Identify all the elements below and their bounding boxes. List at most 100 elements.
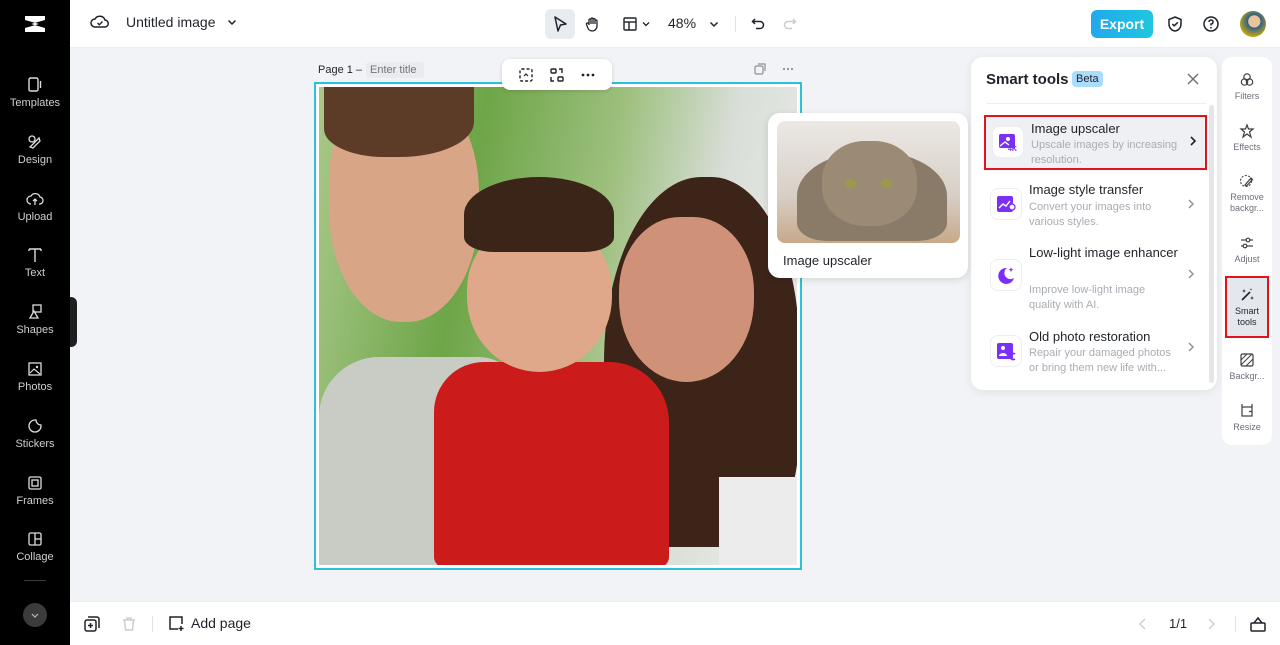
logo-icon: [25, 16, 45, 32]
adjust-icon: [1241, 237, 1253, 249]
tool-item-image-upscaler[interactable]: 4K Image upscaler Upscale images by incr…: [984, 115, 1207, 170]
right-tool-filters[interactable]: Filters: [1225, 62, 1269, 112]
collage-icon: [28, 531, 42, 546]
photo-boy-hair: [464, 177, 614, 252]
sidebar-item-stickers[interactable]: Stickers: [0, 407, 70, 459]
delete-page-icon[interactable]: [120, 615, 138, 633]
sidebar-item-upload[interactable]: Upload: [0, 180, 70, 232]
page-label: Page 1 –: [318, 62, 425, 78]
sidebar-collapse-handle[interactable]: [70, 297, 77, 347]
sidebar-item-shapes[interactable]: Shapes: [0, 293, 70, 345]
redo-button[interactable]: [775, 9, 805, 39]
photo-man-hair: [324, 87, 474, 157]
right-tool-effects[interactable]: Effects: [1225, 113, 1269, 163]
remove-background-icon: [1239, 174, 1254, 187]
right-tool-remove-background[interactable]: Remove backgr...: [1225, 164, 1269, 222]
sidebar-label: Photos: [17, 380, 53, 393]
photos-icon: [28, 361, 42, 376]
add-page-icon: [169, 616, 184, 631]
chevron-down-icon: [709, 21, 719, 28]
sidebar-item-text[interactable]: Text: [0, 236, 70, 288]
sidebar-item-photos[interactable]: Photos: [0, 350, 70, 402]
chevron-right-icon: [1188, 199, 1194, 209]
sidebar-label: Templates: [9, 96, 61, 109]
duplicate-page-icon[interactable]: [753, 62, 767, 76]
cat-eye-left: [845, 179, 856, 188]
capcut-logo[interactable]: [0, 0, 70, 48]
upload-icon: [26, 192, 44, 205]
bottom-divider: [1235, 616, 1236, 632]
panel-scrollbar[interactable]: [1209, 105, 1214, 383]
sidebar-label: Stickers: [15, 437, 55, 450]
hand-icon: [585, 17, 598, 32]
chevron-right-icon: [1188, 269, 1194, 279]
help-button[interactable]: [1196, 9, 1226, 39]
page-counter: 1/1: [1169, 616, 1188, 631]
tool-item-image-style-transfer[interactable]: Image style transfer Convert your images…: [984, 180, 1207, 236]
magic-wand-icon: [1241, 287, 1254, 301]
chevron-right-icon: [1190, 136, 1197, 146]
expand-pages-icon[interactable]: [1249, 615, 1267, 633]
right-tool-smart-tools[interactable]: Smart tools: [1225, 276, 1269, 338]
resize-icon: [1241, 404, 1253, 417]
more-icon[interactable]: [579, 66, 597, 84]
panel-divider: [986, 103, 1206, 104]
select-tool-button[interactable]: [545, 9, 575, 39]
canvas-page[interactable]: [314, 82, 802, 570]
close-icon[interactable]: [1185, 71, 1201, 87]
security-button[interactable]: [1160, 9, 1190, 39]
previous-page-icon[interactable]: [1134, 615, 1152, 633]
preview-label: Image upscaler: [783, 253, 872, 268]
filters-icon: [1240, 73, 1254, 86]
right-tool-resize[interactable]: Resize: [1225, 393, 1269, 443]
crop-select-icon[interactable]: [517, 66, 535, 84]
tool-item-old-photo-restoration[interactable]: Old photo restoration Repair your damage…: [984, 325, 1207, 381]
page-more-icon[interactable]: [781, 62, 795, 76]
add-page-label: Add page: [191, 615, 251, 631]
zoom-dropdown-button[interactable]: [701, 9, 727, 39]
upscale-4k-icon: 4K: [999, 134, 1017, 153]
chevron-down-icon[interactable]: [226, 16, 238, 28]
undo-button[interactable]: [743, 9, 773, 39]
user-avatar[interactable]: [1240, 11, 1266, 37]
document-title[interactable]: Untitled image: [126, 14, 216, 30]
sidebar-item-templates[interactable]: Templates: [0, 66, 70, 118]
page-actions: [753, 62, 795, 76]
tool-name: Low-light image enhancer: [1029, 245, 1178, 260]
floating-toolbar: [502, 59, 612, 90]
photo-woman-shirt: [719, 477, 797, 565]
tool-icon-box: [990, 188, 1022, 220]
cloud-saved-icon[interactable]: [90, 12, 110, 32]
sidebar-item-frames[interactable]: Frames: [0, 464, 70, 516]
duplicate-page-icon[interactable]: [83, 615, 101, 633]
cat-preview-image: [777, 121, 960, 243]
sidebar-item-design[interactable]: Design: [0, 123, 70, 175]
page-title-input[interactable]: [366, 62, 425, 78]
shield-check-icon: [1168, 16, 1182, 32]
tool-description: Repair your damaged photos or bring them…: [1029, 347, 1171, 374]
hand-tool-button[interactable]: [578, 9, 608, 39]
next-page-icon[interactable]: [1202, 615, 1220, 633]
text-icon: [28, 247, 42, 262]
tool-name: Image style transfer: [1029, 182, 1144, 197]
right-tool-background[interactable]: Backgr...: [1225, 342, 1269, 392]
bottom-bar: Add page 1/1: [70, 601, 1280, 645]
layout-dropdown-button[interactable]: [618, 9, 654, 39]
cursor-icon: [554, 16, 567, 32]
tool-item-low-light-enhancer[interactable]: Low-light image enhancer Improve low-lig…: [984, 243, 1207, 318]
tool-name: Image upscaler: [1031, 121, 1120, 136]
design-icon: [28, 134, 41, 149]
tool-name: Old photo restoration: [1029, 329, 1151, 344]
export-button[interactable]: Export: [1091, 10, 1153, 38]
family-photo[interactable]: [319, 87, 797, 565]
right-tool-adjust[interactable]: Adjust: [1225, 225, 1269, 275]
zoom-level[interactable]: 48%: [668, 15, 696, 31]
right-tool-label: Remove backgr...: [1229, 191, 1265, 213]
add-page-button[interactable]: Add page: [167, 614, 251, 632]
bottom-divider: [152, 616, 153, 632]
tool-description: Upscale images by increasing resolution.: [1031, 139, 1178, 166]
sidebar-item-collage[interactable]: Collage: [0, 520, 70, 572]
sidebar-more-button[interactable]: [23, 603, 47, 627]
effects-icon: [1239, 123, 1255, 139]
replace-icon[interactable]: [548, 66, 566, 84]
